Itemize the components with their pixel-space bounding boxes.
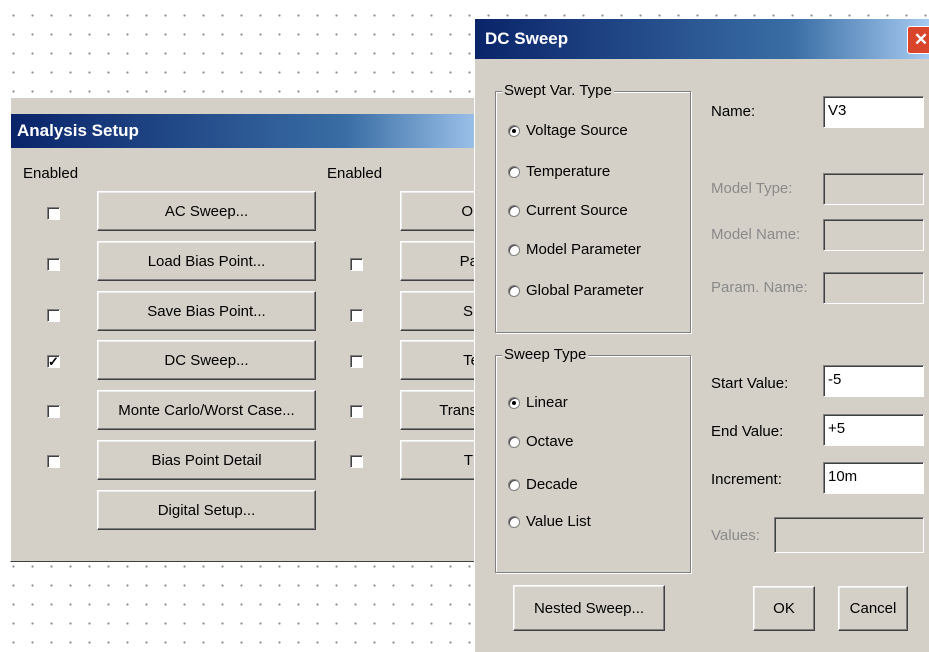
- swept-var-type-title: Swept Var. Type: [502, 82, 614, 99]
- enabled-header-left: Enabled: [23, 165, 79, 182]
- transfer-function-checkbox[interactable]: [350, 455, 363, 468]
- temperature-radio[interactable]: [508, 165, 520, 178]
- monte-carlo-checkbox[interactable]: [47, 405, 60, 418]
- ac-sweep-label: AC Sweep...: [164, 202, 249, 220]
- save-bias-point-label: Save Bias Point...: [147, 302, 266, 320]
- linear-label: Linear: [526, 394, 568, 411]
- global-parameter-radio[interactable]: [508, 284, 520, 297]
- analysis-setup-window: Analysis Setup Enabled Enabled AC Sweep.…: [10, 97, 500, 562]
- digital-setup-label: Digital Setup...: [157, 501, 256, 519]
- model-name-label: Model Name:: [711, 226, 801, 243]
- model-parameter-radio[interactable]: [508, 243, 520, 256]
- cancel-label: Cancel: [849, 600, 897, 617]
- right-options-label: O: [461, 202, 473, 220]
- voltage-source-radio[interactable]: [508, 124, 520, 137]
- monte-carlo-button[interactable]: Monte Carlo/Worst Case...: [97, 390, 316, 430]
- decade-label: Decade: [526, 476, 578, 493]
- values-field: [774, 517, 924, 553]
- current-source-label: Current Source: [526, 202, 628, 219]
- save-bias-point-button[interactable]: Save Bias Point...: [97, 291, 316, 331]
- load-bias-point-button[interactable]: Load Bias Point...: [97, 241, 316, 281]
- dc-sweep-checkbox[interactable]: ✓: [47, 355, 60, 368]
- decade-radio[interactable]: [508, 478, 520, 491]
- end-value-label: End Value:: [711, 423, 784, 440]
- sensitivity-label: S: [462, 302, 473, 320]
- name-label: Name:: [711, 103, 756, 120]
- dc-sweep-label: DC Sweep...: [164, 351, 249, 369]
- octave-label: Octave: [526, 433, 574, 450]
- end-value-field[interactable]: +5: [823, 414, 924, 446]
- load-bias-point-label: Load Bias Point...: [147, 252, 266, 270]
- linear-option[interactable]: Linear: [508, 394, 568, 411]
- temperature-label: Temperature: [526, 163, 611, 180]
- decade-option[interactable]: Decade: [508, 476, 578, 493]
- sweep-type-title: Sweep Type: [502, 346, 589, 363]
- dc-sweep-dialog: DC Sweep ✕ Swept Var. Type Voltage Sourc…: [474, 18, 929, 652]
- value-list-radio[interactable]: [508, 515, 520, 528]
- param-name-field: [823, 272, 924, 304]
- ok-button[interactable]: OK: [753, 586, 815, 631]
- bias-point-detail-checkbox[interactable]: [47, 455, 60, 468]
- octave-radio[interactable]: [508, 435, 520, 448]
- bias-point-detail-button[interactable]: Bias Point Detail: [97, 440, 316, 480]
- temperature-option[interactable]: Temperature: [508, 163, 610, 180]
- nested-sweep-label: Nested Sweep...: [533, 599, 645, 617]
- save-bias-point-checkbox[interactable]: [47, 309, 60, 322]
- dc-sweep-button[interactable]: DC Sweep...: [97, 340, 316, 380]
- swept-var-type-group: Swept Var. Type Voltage Source Temperatu…: [495, 82, 691, 333]
- nested-sweep-button[interactable]: Nested Sweep...: [513, 585, 665, 631]
- model-name-field: [823, 219, 924, 251]
- value-list-label: Value List: [526, 513, 591, 530]
- current-source-radio[interactable]: [508, 204, 520, 217]
- ac-sweep-checkbox[interactable]: [47, 207, 60, 220]
- analysis-setup-titlebar[interactable]: Analysis Setup: [11, 114, 491, 148]
- start-value-field[interactable]: -5: [823, 365, 924, 397]
- voltage-source-label: Voltage Source: [526, 122, 628, 139]
- values-label: Values:: [711, 527, 760, 544]
- start-value-label: Start Value:: [711, 375, 789, 392]
- sweep-type-group: Sweep Type Linear Octave Decade Value Li…: [495, 346, 691, 573]
- analysis-setup-title: Analysis Setup: [17, 121, 139, 140]
- enabled-header-right: Enabled: [327, 165, 383, 182]
- name-field[interactable]: V3: [823, 96, 924, 128]
- dc-sweep-title: DC Sweep: [485, 29, 569, 48]
- load-bias-point-checkbox[interactable]: [47, 258, 60, 271]
- close-button[interactable]: ✕: [907, 26, 929, 54]
- dc-sweep-titlebar[interactable]: DC Sweep: [475, 19, 929, 59]
- transient-checkbox[interactable]: [350, 405, 363, 418]
- model-parameter-option[interactable]: Model Parameter: [508, 241, 641, 258]
- model-type-field: [823, 173, 924, 205]
- ac-sweep-button[interactable]: AC Sweep...: [97, 191, 316, 231]
- global-parameter-label: Global Parameter: [526, 282, 644, 299]
- model-type-label: Model Type:: [711, 180, 793, 197]
- linear-radio[interactable]: [508, 396, 520, 409]
- current-source-option[interactable]: Current Source: [508, 202, 628, 219]
- sensitivity-checkbox[interactable]: [350, 309, 363, 322]
- digital-setup-button[interactable]: Digital Setup...: [97, 490, 316, 530]
- increment-field[interactable]: 10m: [823, 462, 924, 494]
- monte-carlo-label: Monte Carlo/Worst Case...: [118, 401, 295, 419]
- ok-label: OK: [773, 600, 795, 617]
- value-list-option[interactable]: Value List: [508, 513, 591, 530]
- model-parameter-label: Model Parameter: [526, 241, 642, 258]
- cancel-button[interactable]: Cancel: [838, 586, 908, 631]
- voltage-source-option[interactable]: Voltage Source: [508, 122, 628, 139]
- close-icon: ✕: [913, 30, 929, 49]
- param-name-label: Param. Name:: [711, 279, 808, 296]
- parametric-checkbox[interactable]: [350, 258, 363, 271]
- global-parameter-option[interactable]: Global Parameter: [508, 282, 644, 299]
- transient-label: Trans: [439, 401, 477, 419]
- octave-option[interactable]: Octave: [508, 433, 574, 450]
- temperature-checkbox[interactable]: [350, 355, 363, 368]
- increment-label: Increment:: [711, 471, 782, 488]
- bias-point-detail-label: Bias Point Detail: [151, 451, 262, 469]
- transfer-function-label: T: [463, 451, 473, 469]
